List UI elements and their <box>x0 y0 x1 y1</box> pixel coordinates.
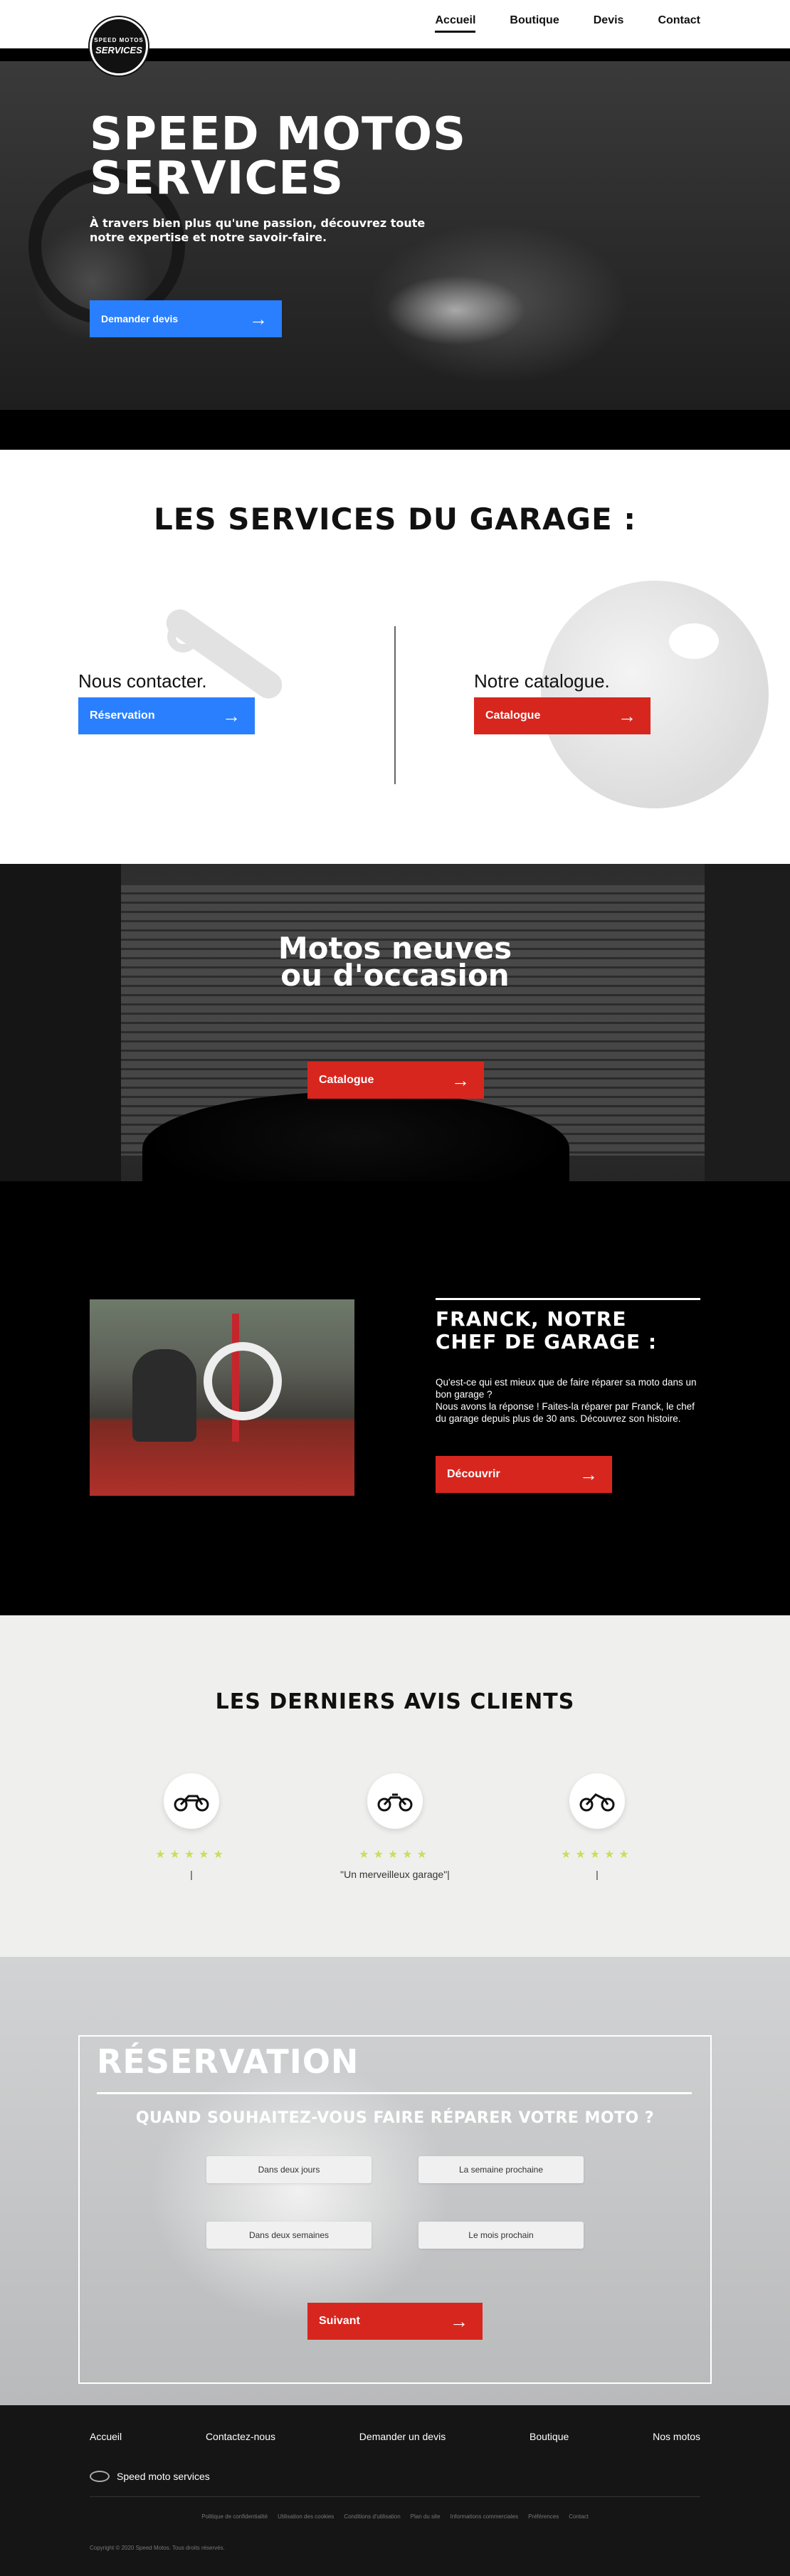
option-two-days[interactable]: Dans deux jours <box>206 2156 372 2183</box>
arrow-right-icon: → <box>618 704 636 727</box>
logo-text-top: SPEED MOTOS <box>94 37 144 43</box>
hero-title: SPEED MOTOS SERVICES <box>90 112 659 201</box>
franck-title-rule <box>436 1298 700 1300</box>
franck-description: Qu'est-ce qui est mieux que de faire rép… <box>436 1377 697 1424</box>
nav-link-boutique[interactable]: Boutique <box>510 14 559 33</box>
review-quote-1: | <box>190 1869 193 1880</box>
catalogue-label: Notre catalogue. <box>474 670 610 692</box>
legal-link-cookies[interactable]: Utilisation des cookies <box>278 2513 334 2520</box>
hero-subtitle: À travers bien plus qu'une passion, déco… <box>90 216 426 244</box>
review-stars-1: ★★★★★ <box>155 1849 228 1861</box>
option-two-weeks[interactable]: Dans deux semaines <box>206 2222 372 2249</box>
footer-links: Accueil Contactez-nous Demander un devis… <box>90 2431 700 2442</box>
footer-link-devis[interactable]: Demander un devis <box>359 2431 446 2442</box>
nav-link-accueil[interactable]: Accueil <box>435 14 476 33</box>
option-next-week[interactable]: La semaine prochaine <box>418 2156 584 2183</box>
services-divider <box>394 626 396 784</box>
next-button-label: Suivant <box>319 2315 360 2327</box>
request-quote-button[interactable]: Demander devis → <box>90 300 282 337</box>
option-next-month[interactable]: Le mois prochain <box>418 2222 584 2249</box>
wall-right <box>705 864 790 1181</box>
footer-brand: Speed moto services <box>90 2471 210 2482</box>
motos-title-line2: ou d'occasion <box>280 958 510 993</box>
copyright: Copyright © 2020 Speed Motos. Tous droit… <box>90 2545 225 2551</box>
review-stars-3: ★★★★★ <box>561 1849 633 1861</box>
nav-link-devis[interactable]: Devis <box>594 14 624 33</box>
footer-divider <box>90 2496 700 2497</box>
sport-motorcycle-icon <box>164 1773 219 1829</box>
arrow-right-icon: → <box>579 1463 598 1485</box>
motos-catalogue-button[interactable]: Catalogue → <box>307 1062 484 1099</box>
next-button[interactable]: Suivant → <box>307 2303 483 2340</box>
footer: Accueil Contactez-nous Demander un devis… <box>0 2405 790 2576</box>
contact-label: Nous contacter. <box>78 670 207 692</box>
discover-button[interactable]: Découvrir → <box>436 1456 612 1493</box>
classic-motorcycle-icon <box>367 1773 423 1829</box>
review-stars-2: ★★★★★ <box>359 1849 431 1861</box>
footer-brand-name: Speed moto services <box>117 2471 210 2482</box>
reservation-title-rule <box>97 2092 692 2094</box>
reviews-section: LES DERNIERS AVIS CLIENTS ★★★★★ | ★★★★★ … <box>0 1615 790 1957</box>
fender-illustration <box>541 581 769 808</box>
legal-links: Politique de confidentialité Utilisation… <box>0 2513 790 2520</box>
footer-logo-icon <box>90 2471 110 2482</box>
footer-link-motos[interactable]: Nos motos <box>653 2431 700 2442</box>
discover-button-label: Découvrir <box>447 1468 500 1480</box>
franck-title-line1: FRANCK, NOTRE <box>436 1307 627 1331</box>
legal-link-contact[interactable]: Contact <box>569 2513 589 2520</box>
legal-link-sitemap[interactable]: Plan du site <box>411 2513 441 2520</box>
footer-link-boutique[interactable]: Boutique <box>530 2431 569 2442</box>
franck-title: FRANCK, NOTRE CHEF DE GARAGE : <box>436 1308 700 1353</box>
legal-link-terms[interactable]: Conditions d'utilisation <box>344 2513 400 2520</box>
hero-title-line2: SERVICES <box>90 152 344 205</box>
arrow-right-icon: → <box>222 704 241 727</box>
racing-motorcycle-icon <box>569 1773 625 1829</box>
wall-left <box>0 864 121 1181</box>
franck-photo <box>90 1299 354 1496</box>
review-quote-2: "Un merveilleux garage"| <box>340 1869 450 1880</box>
reservation-section: RÉSERVATION QUAND SOUHAITEZ-VOUS FAIRE R… <box>0 1957 790 2405</box>
motos-title: Motos neuves ou d'occasion <box>0 934 790 991</box>
arrow-right-icon: → <box>249 307 268 329</box>
reservation-button-label: Réservation <box>90 709 155 722</box>
reviews-title: LES DERNIERS AVIS CLIENTS <box>215 1689 575 1714</box>
legal-link-preferences[interactable]: Préférences <box>528 2513 559 2520</box>
nav-link-contact[interactable]: Contact <box>658 14 700 33</box>
franck-title-line2: CHEF DE GARAGE : <box>436 1330 658 1353</box>
reservation-button[interactable]: Réservation → <box>78 697 255 734</box>
catalogue-button-label: Catalogue <box>485 709 541 722</box>
review-quote-3: | <box>596 1869 599 1880</box>
franck-section: FRANCK, NOTRE CHEF DE GARAGE : Qu'est-ce… <box>0 1181 790 1615</box>
reservation-title: RÉSERVATION <box>97 2042 359 2081</box>
catalogue-button[interactable]: Catalogue → <box>474 697 651 734</box>
footer-link-accueil[interactable]: Accueil <box>90 2431 122 2442</box>
arrow-right-icon: → <box>451 1069 470 1091</box>
nav-links: Accueil Boutique Devis Contact <box>435 14 700 33</box>
arrow-right-icon: → <box>450 2310 468 2332</box>
legal-link-commercial[interactable]: Informations commerciales <box>450 2513 518 2520</box>
reservation-question: QUAND SOUHAITEZ-VOUS FAIRE RÉPARER VOTRE… <box>135 2109 655 2127</box>
logo-text-main: SERVICES <box>95 45 142 56</box>
request-quote-label: Demander devis <box>101 313 179 324</box>
hero-section: SPEED MOTOS SERVICES À travers bien plus… <box>0 48 790 450</box>
services-title: LES SERVICES DU GARAGE : <box>153 502 637 537</box>
footer-link-contact[interactable]: Contactez-nous <box>206 2431 275 2442</box>
site-logo[interactable]: SPEED MOTOS SERVICES <box>90 17 148 75</box>
motos-catalogue-label: Catalogue <box>319 1074 374 1086</box>
motos-section: Motos neuves ou d'occasion Catalogue → <box>0 864 790 1181</box>
legal-link-privacy[interactable]: Politique de confidentialité <box>201 2513 268 2520</box>
